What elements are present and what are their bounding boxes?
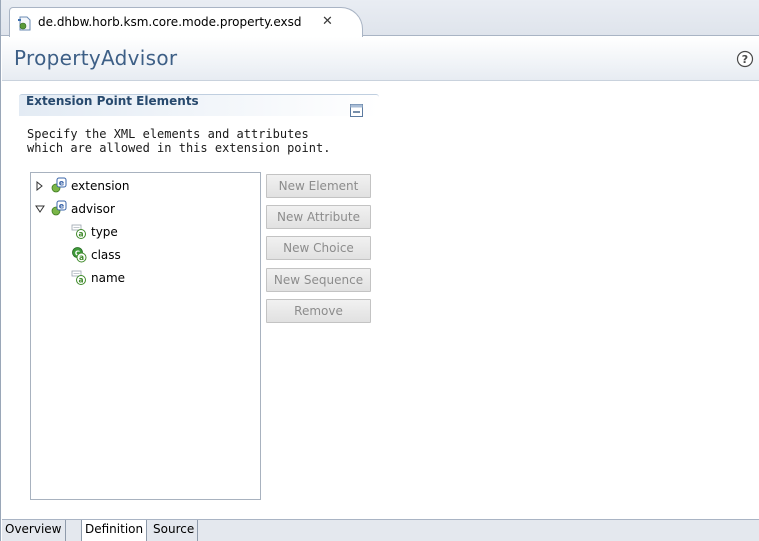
collapse-arrow-icon[interactable] (35, 204, 45, 214)
element-icon: e (51, 200, 67, 216)
editor-frame: de.dhbw.horb.ksm.core.mode.property.exsd… (0, 0, 759, 541)
tree-item-extension[interactable]: e extension (35, 176, 255, 196)
class-attribute-icon: C a (72, 247, 87, 263)
svg-text:a: a (79, 253, 84, 262)
tab-source[interactable]: Source (150, 520, 199, 541)
attribute-icon: a (71, 270, 86, 285)
svg-text:?: ? (742, 53, 748, 66)
section-header: Extension Point Elements (19, 94, 379, 118)
new-sequence-button[interactable]: New Sequence (266, 268, 371, 292)
page-title: PropertyAdvisor (14, 46, 178, 70)
form-header: PropertyAdvisor ? (2, 37, 759, 81)
tree-item-label: type (91, 225, 118, 239)
svg-text:a: a (78, 230, 83, 239)
attribute-icon: a (71, 224, 86, 239)
editor-tab[interactable]: de.dhbw.horb.ksm.core.mode.property.exsd… (9, 7, 363, 37)
editor-tab-strip: de.dhbw.horb.ksm.core.mode.property.exsd… (1, 0, 759, 37)
editor-tab-title: de.dhbw.horb.ksm.core.mode.property.exsd (38, 15, 302, 29)
tree-item-name[interactable]: a name (71, 268, 251, 288)
section-title: Extension Point Elements (26, 94, 199, 108)
extension-point-elements-section: Extension Point Elements (19, 94, 379, 118)
svg-text:e: e (59, 179, 65, 188)
tab-overview[interactable]: Overview (2, 520, 66, 541)
new-choice-button[interactable]: New Choice (266, 236, 371, 260)
page-tab-bar: Overview Definition Source (2, 519, 759, 541)
help-icon[interactable]: ? (736, 50, 754, 68)
tree-item-class[interactable]: C a class (71, 245, 251, 265)
element-icon: e (51, 177, 67, 193)
tab-definition[interactable]: Definition (81, 520, 148, 541)
svg-text:e: e (59, 202, 65, 211)
expand-arrow-icon[interactable] (35, 181, 44, 191)
remove-button[interactable]: Remove (266, 299, 371, 323)
description-line-1: Specify the XML elements and attributes (27, 127, 309, 141)
tree-item-label: name (91, 271, 126, 285)
schema-file-icon (18, 16, 31, 31)
new-element-button[interactable]: New Element (266, 174, 371, 198)
tree-item-label: advisor (71, 202, 115, 216)
description-line-2: which are allowed in this extension poin… (27, 141, 331, 155)
close-icon[interactable]: ✕ (322, 14, 333, 29)
tree-item-label: class (91, 248, 121, 262)
collapse-icon[interactable] (349, 103, 364, 118)
tree-item-type[interactable]: a type (71, 222, 251, 242)
section-description: Specify the XML elements and attributes … (27, 127, 330, 155)
svg-text:a: a (78, 276, 83, 285)
tree-item-advisor[interactable]: e advisor (35, 199, 255, 219)
new-attribute-button[interactable]: New Attribute (266, 205, 371, 229)
tree-item-label: extension (71, 179, 130, 193)
elements-tree[interactable]: e extension e advisor a type C a class a… (30, 172, 261, 500)
